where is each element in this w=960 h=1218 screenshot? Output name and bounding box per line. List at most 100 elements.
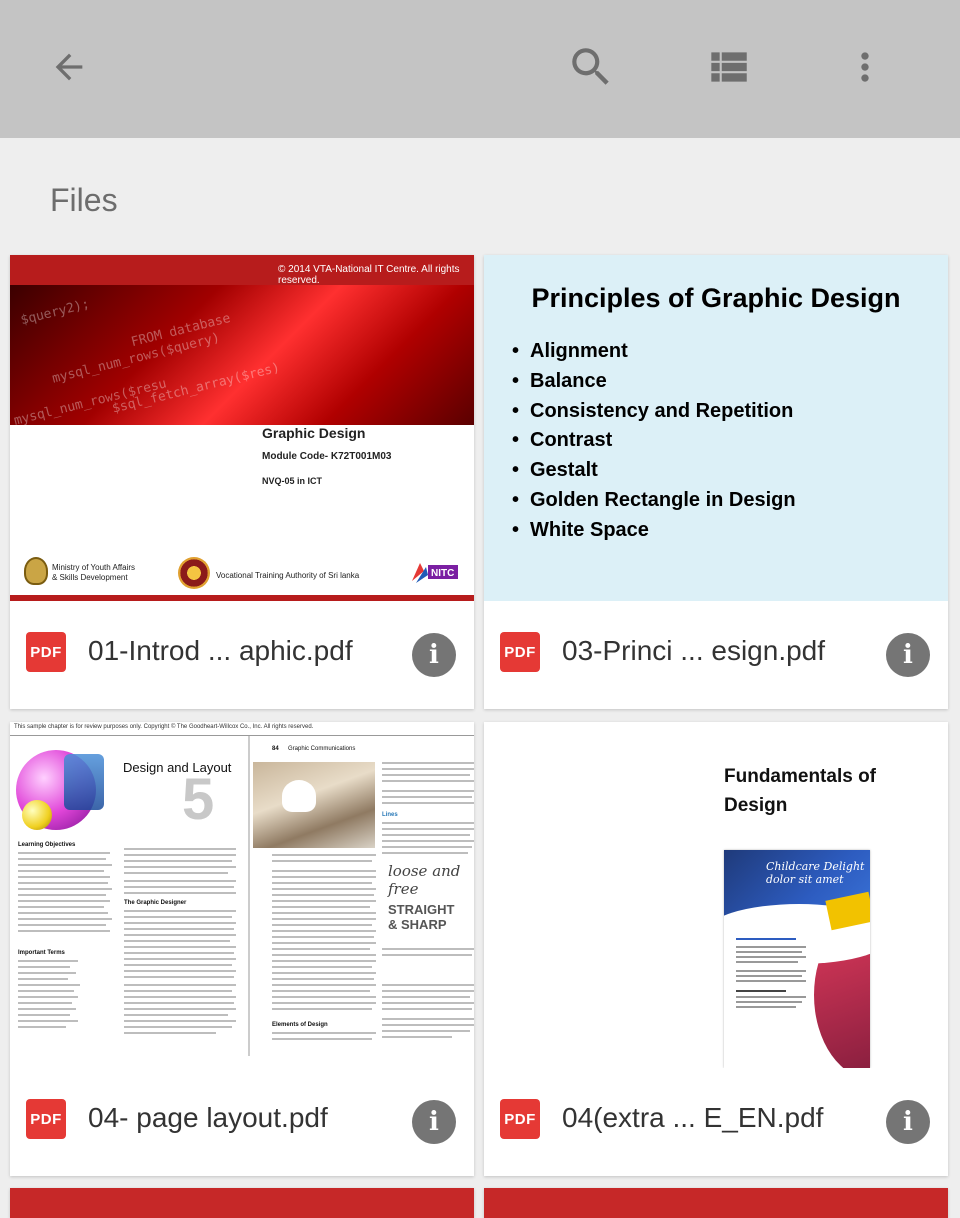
info-icon[interactable]: i — [412, 633, 456, 677]
arrow-back-icon — [55, 53, 83, 81]
text-line — [382, 762, 474, 764]
text-line — [272, 996, 376, 998]
chapter-title: Design and Layout — [123, 760, 232, 775]
text-line — [272, 870, 376, 872]
text-line — [124, 1020, 236, 1022]
text-line — [382, 834, 470, 836]
file-card[interactable]: Fundamentals of Design Childcare Delight d… — [484, 722, 948, 1176]
text-line — [382, 802, 474, 804]
text-line — [272, 948, 370, 950]
text-line — [18, 864, 112, 866]
section-title: Files — [50, 182, 118, 218]
text-line — [124, 1032, 216, 1034]
text-line — [124, 970, 236, 972]
text-line — [382, 796, 472, 798]
page-number: 84 — [272, 746, 279, 752]
text-line — [272, 978, 374, 980]
text-line — [18, 870, 104, 872]
info-icon[interactable]: i — [412, 1100, 456, 1144]
text-line — [382, 996, 470, 998]
text-line — [736, 970, 806, 972]
text-line — [382, 984, 474, 986]
ministry-label: Ministry of Youth Affairs & Skills Develo… — [52, 563, 136, 582]
text-line — [124, 976, 234, 978]
file-thumbnail: Principles of Graphic Design Alignment B… — [484, 255, 948, 601]
file-card[interactable] — [484, 1188, 948, 1218]
search-icon — [572, 48, 609, 85]
chapter-number: 5 — [182, 767, 215, 832]
text-line — [382, 780, 474, 782]
file-card[interactable]: Principles of Graphic Design Alignment B… — [484, 255, 948, 709]
text-line — [272, 954, 376, 956]
file-card[interactable]: © 2014 VTA-National IT Centre. All right… — [10, 255, 474, 709]
slide-bullet: Golden Rectangle in Design — [512, 486, 796, 516]
text-line — [124, 910, 236, 912]
chapter-graphic — [64, 754, 104, 810]
text-line — [18, 852, 110, 854]
text-line — [18, 930, 110, 932]
text-line — [272, 1032, 376, 1034]
text-line — [736, 975, 802, 977]
vta-label: Vocational Training Authority of Sri lan… — [216, 571, 360, 580]
flyer-title: Childcare Delight dolor sit amet — [766, 860, 865, 886]
text-line — [272, 1008, 372, 1010]
text-line — [18, 918, 112, 920]
text-line — [736, 938, 796, 940]
text-line — [124, 1002, 234, 1004]
text-line — [736, 996, 806, 998]
back-button[interactable] — [38, 36, 100, 98]
text-line — [382, 1008, 472, 1010]
slide-bullet: Consistency and Repetition — [512, 397, 796, 427]
search-button[interactable] — [560, 36, 622, 98]
list-view-icon — [711, 52, 747, 82]
text-line — [736, 1006, 796, 1008]
info-icon[interactable]: i — [886, 1100, 930, 1144]
graphic-designer-heading: The Graphic Designer — [124, 900, 187, 906]
info-icon[interactable]: i — [886, 633, 930, 677]
more-options-button[interactable] — [834, 36, 896, 98]
flyer-image: Childcare Delight dolor sit amet — [724, 850, 870, 1068]
text-line — [18, 894, 106, 896]
text-line — [272, 930, 376, 932]
file-card[interactable] — [10, 1188, 474, 1218]
text-line — [18, 1020, 78, 1022]
text-line — [272, 960, 376, 962]
thumb-nvq: NVQ-05 in ICT — [262, 476, 323, 486]
text-line — [736, 946, 806, 948]
text-line — [272, 1038, 372, 1040]
chapter-graphic — [22, 800, 52, 830]
text-line — [736, 1001, 802, 1003]
pdf-file-icon: PDF — [26, 632, 66, 672]
text-line — [18, 876, 110, 878]
text-line — [272, 966, 372, 968]
text-line — [124, 1014, 228, 1016]
text-line — [124, 996, 236, 998]
text-line — [272, 972, 376, 974]
nitc-logo: NITC — [410, 559, 460, 585]
text-line — [736, 980, 806, 982]
text-line — [272, 894, 374, 896]
text-line — [272, 924, 372, 926]
text-line — [272, 1002, 376, 1004]
thumb-copyright: © 2014 VTA-National IT Centre. All right… — [10, 255, 474, 286]
pdf-file-icon: PDF — [500, 1099, 540, 1139]
text-line — [18, 906, 104, 908]
lines-heading: Lines — [382, 812, 398, 818]
text-line — [124, 928, 234, 930]
slide-title: Principles of Graphic Design — [531, 283, 901, 313]
list-view-button[interactable] — [697, 36, 759, 98]
text-line — [124, 916, 232, 918]
text-line — [18, 1026, 66, 1028]
text-line — [18, 912, 108, 914]
file-footer: PDF 01-Introd ... aphic.pdf i — [10, 601, 474, 709]
pdf-file-icon: PDF — [26, 1099, 66, 1139]
designer-photo-detail — [282, 780, 316, 812]
code-line: $query2); — [19, 296, 92, 329]
text-line — [124, 872, 228, 874]
text-line — [272, 876, 376, 878]
text-line — [382, 774, 470, 776]
page-spine — [248, 736, 250, 1056]
text-line — [124, 922, 236, 924]
text-line — [18, 1002, 72, 1004]
file-card[interactable]: This sample chapter is for review purpos… — [10, 722, 474, 1176]
